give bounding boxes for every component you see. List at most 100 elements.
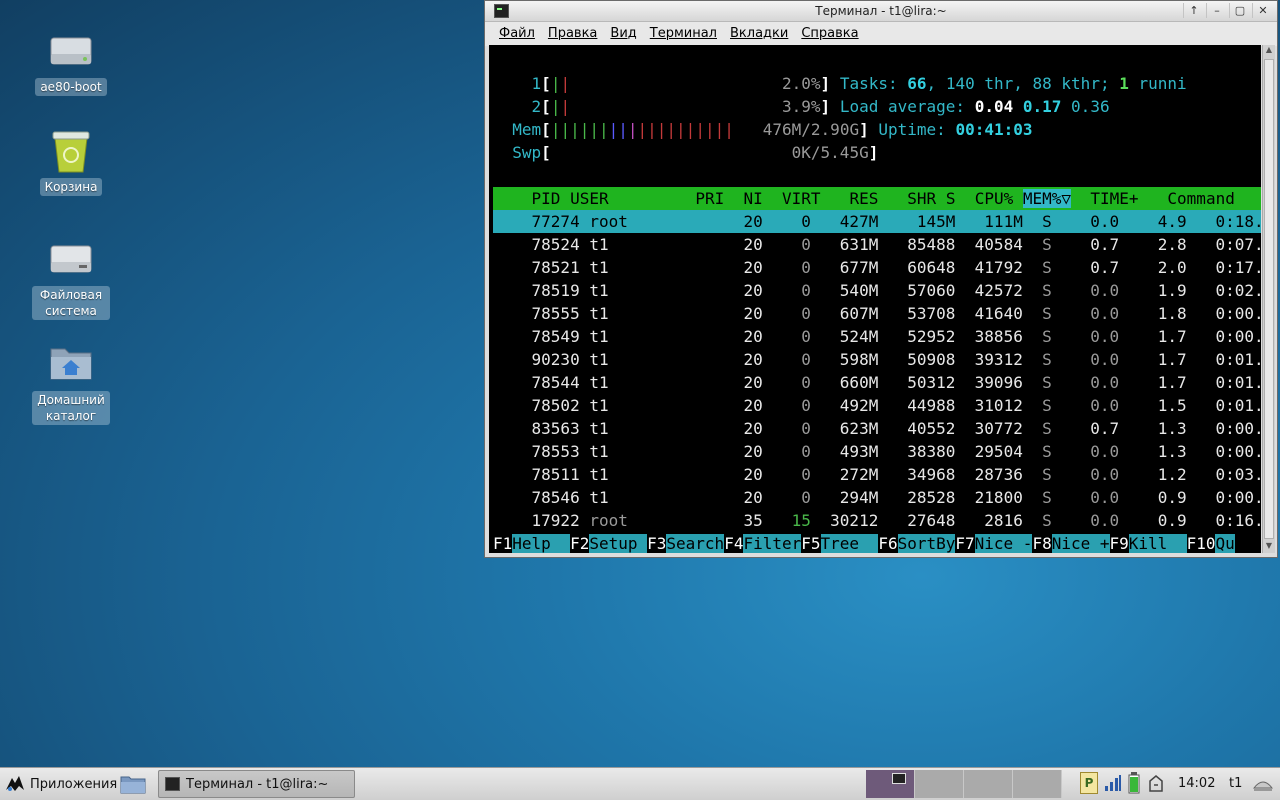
battery-icon[interactable] [1128, 772, 1140, 794]
fkey-f2[interactable]: F2 [570, 534, 589, 553]
fkey-label[interactable]: Setup [589, 534, 648, 553]
power-manager-icon[interactable] [1146, 773, 1166, 793]
workspace-2[interactable] [915, 770, 964, 798]
drive-icon [47, 26, 95, 74]
process-cell-s: S [1032, 281, 1062, 300]
window-titlebar[interactable]: Терминал - t1@lira:~ ↑ – ▢ ✕ [485, 1, 1277, 22]
fkey-label[interactable]: Kill [1128, 534, 1187, 553]
fkey-label[interactable]: Search [666, 534, 725, 553]
sort-column-mem[interactable]: MEM%▽ [1022, 189, 1072, 208]
desktop-icon-home[interactable]: Домашний каталог [32, 339, 110, 425]
keyboard-layout-icon[interactable] [1252, 774, 1274, 792]
fkey-f10[interactable]: F10 [1187, 534, 1216, 553]
process-cell-ni: 0 [772, 396, 821, 415]
fkey-label[interactable]: Nice + [1051, 534, 1110, 553]
fkey-f7[interactable]: F7 [955, 534, 974, 553]
process-cell-pid: 78549 [493, 327, 590, 346]
process-cell-virt: 623M [820, 419, 888, 438]
process-row[interactable]: 78553 t1 20 0 493M 38380 29504 S 0.0 1.3… [493, 442, 1261, 461]
fkey-label[interactable]: Tree [820, 534, 879, 553]
load-1: 0.04 [974, 97, 1014, 116]
clock[interactable]: 14:02 [1178, 776, 1215, 791]
scroll-down-icon[interactable]: ▼ [1263, 541, 1275, 553]
htop-output: 1[|| 2.0%] Tasks: 66, 140 thr, 88 kthr; … [493, 72, 1261, 553]
process-row[interactable]: 77274 root 20 0 427M 145M 111M S 0.0 4.9… [493, 210, 1261, 233]
process-cell-pid: 83563 [493, 419, 590, 438]
process-row[interactable]: 78519 t1 20 0 540M 57060 42572 S 0.0 1.9… [493, 281, 1261, 300]
process-cell-pri: 20 [695, 304, 773, 323]
window-maximize-button[interactable]: ▢ [1229, 3, 1250, 18]
current-user[interactable]: t1 [1229, 776, 1242, 791]
fkey-f8[interactable]: F8 [1032, 534, 1051, 553]
menu-edit[interactable]: Правка [542, 22, 604, 46]
taskbar: Приложения Терминал - t1@lira:~ P 14:02 … [0, 767, 1280, 800]
window-close-button[interactable]: ✕ [1252, 3, 1273, 18]
desktop-icon-filesystem[interactable]: Файловая система [32, 234, 110, 320]
process-row[interactable]: 78549 t1 20 0 524M 52952 38856 S 0.0 1.7… [493, 327, 1261, 346]
menu-terminal[interactable]: Терминал [644, 22, 724, 46]
fkey-f6[interactable]: F6 [878, 534, 897, 553]
process-cell-time: 0:00.15 [1215, 488, 1261, 507]
desktop-icon-label: Файловая система [32, 286, 110, 320]
terminal-scrollbar[interactable]: ▲ ▼ [1262, 45, 1275, 553]
menu-help[interactable]: Справка [795, 22, 865, 46]
process-cell-shr: 31012 [965, 396, 1033, 415]
process-cell-ni: 0 [772, 465, 821, 484]
workspace-1[interactable] [866, 770, 915, 798]
fkey-f3[interactable]: F3 [647, 534, 666, 553]
process-cell-time: 0:01.77 [1215, 373, 1261, 392]
fkey-label[interactable]: Nice - [974, 534, 1033, 553]
astra-logo-icon [6, 776, 24, 791]
window-shade-button[interactable]: ↑ [1183, 3, 1204, 18]
scrollbar-thumb[interactable] [1264, 59, 1274, 539]
desktop-icon-trash[interactable]: Корзина [32, 126, 110, 196]
process-cell-ni: 0 [772, 350, 821, 369]
clipboard-icon[interactable]: P [1080, 772, 1098, 794]
process-row[interactable]: 78555 t1 20 0 607M 53708 41640 S 0.0 1.8… [493, 304, 1261, 323]
menu-view[interactable]: Вид [604, 22, 643, 46]
process-row[interactable]: 17922 root 35 15 30212 27648 2816 S 0.0 … [493, 511, 1261, 530]
process-row[interactable]: 78511 t1 20 0 272M 34968 28736 S 0.0 1.2… [493, 465, 1261, 484]
fkey-label[interactable]: Qu [1215, 534, 1235, 553]
process-table-header[interactable]: PID USER PRI NI VIRT RES SHR S CPU% MEM%… [493, 187, 1261, 210]
fkey-label[interactable]: Filter [743, 534, 802, 553]
process-row[interactable]: 78544 t1 20 0 660M 50312 39096 S 0.0 1.7… [493, 373, 1261, 392]
workspace-4[interactable] [1013, 770, 1062, 798]
workspace-3[interactable] [964, 770, 1013, 798]
fkey-label[interactable]: Help [512, 534, 571, 553]
process-cell-shr: 42572 [965, 281, 1033, 300]
fkey-f4[interactable]: F4 [724, 534, 743, 553]
fkey-f9[interactable]: F9 [1110, 534, 1129, 553]
workspace-pager[interactable] [866, 770, 1062, 798]
fkey-f5[interactable]: F5 [801, 534, 820, 553]
desktop-icon-label: ae80-boot [35, 78, 107, 96]
applications-menu-button[interactable]: Приложения [4, 774, 117, 794]
process-cell-s: S [1032, 327, 1062, 346]
scroll-up-icon[interactable]: ▲ [1263, 45, 1275, 57]
process-row[interactable]: 78546 t1 20 0 294M 28528 21800 S 0.0 0.9… [493, 488, 1261, 507]
process-cell-s: S [1032, 304, 1062, 323]
process-row[interactable]: 83563 t1 20 0 623M 40552 30772 S 0.7 1.3… [493, 419, 1261, 438]
process-cell-pid: 78544 [493, 373, 590, 392]
network-signal-icon[interactable] [1104, 774, 1122, 792]
process-cell-pri: 20 [695, 396, 773, 415]
process-cell-pid: 17922 [493, 511, 590, 530]
process-cell-user: t1 [589, 442, 696, 461]
process-cell-user: t1 [589, 419, 696, 438]
process-row[interactable]: 78521 t1 20 0 677M 60648 41792 S 0.7 2.0… [493, 258, 1261, 277]
terminal-area[interactable]: 1[|| 2.0%] Tasks: 66, 140 thr, 88 kthr; … [489, 45, 1261, 553]
desktop-icon-ae80-boot[interactable]: ae80-boot [32, 26, 110, 96]
menu-tabs[interactable]: Вкладки [724, 22, 795, 46]
process-cell-res: 34968 [887, 465, 966, 484]
process-row[interactable]: 90230 t1 20 0 598M 50908 39312 S 0.0 1.7… [493, 350, 1261, 369]
process-row[interactable]: 78524 t1 20 0 631M 85488 40584 S 0.7 2.8… [493, 235, 1261, 254]
terminal-window[interactable]: Терминал - t1@lira:~ ↑ – ▢ ✕ Файл Правка… [484, 0, 1278, 558]
window-minimize-button[interactable]: – [1206, 3, 1227, 18]
fkey-f1[interactable]: F1 [493, 534, 512, 553]
file-manager-icon[interactable] [120, 774, 146, 794]
taskbar-item-terminal[interactable]: Терминал - t1@lira:~ [158, 770, 355, 798]
fkey-label[interactable]: SortBy [897, 534, 956, 553]
menu-file[interactable]: Файл [493, 22, 542, 46]
process-cell-time: 0:02.00 [1215, 281, 1261, 300]
process-row[interactable]: 78502 t1 20 0 492M 44988 31012 S 0.0 1.5… [493, 396, 1261, 415]
